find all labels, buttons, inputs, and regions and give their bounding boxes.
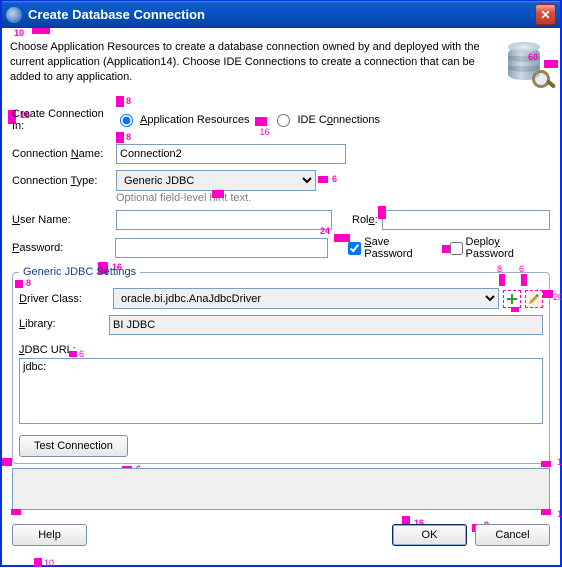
- conn-type-label: Connection Type:: [12, 175, 116, 187]
- conn-type-select[interactable]: Generic JDBC: [116, 170, 316, 191]
- library-input: [109, 315, 543, 335]
- gap-label: 6: [519, 264, 524, 274]
- hint-text: Optional field-level hint text.: [116, 192, 251, 204]
- role-input[interactable]: [382, 210, 550, 230]
- gap-label: 60: [528, 52, 538, 62]
- library-label: Library:: [19, 315, 109, 330]
- gap-marker: [255, 117, 267, 126]
- gap-marker: [442, 245, 450, 253]
- gap-marker: [378, 206, 386, 219]
- gap-marker: [32, 28, 50, 34]
- save-password-label: Save Password: [364, 236, 439, 260]
- gap-marker: [11, 509, 21, 515]
- intro-text: Choose Application Resources to create a…: [4, 40, 496, 85]
- gap-label: 8: [126, 96, 131, 106]
- deploy-password-label: Deploy Password: [466, 236, 550, 260]
- conn-name-label: Connection Name:: [12, 148, 116, 160]
- test-output-area: 10 10: [12, 468, 550, 510]
- close-button[interactable]: ✕: [535, 4, 556, 25]
- ok-button[interactable]: OK: [392, 524, 467, 546]
- gap-marker: [543, 290, 553, 298]
- gap-marker: [116, 96, 124, 107]
- jdbc-settings-legend: Generic JDBC Settings: [19, 266, 140, 278]
- window-title: Create Database Connection: [28, 7, 535, 22]
- gap-marker: [499, 274, 505, 286]
- gap-label: 8: [497, 264, 502, 274]
- username-input[interactable]: [116, 210, 332, 230]
- gap-marker: [34, 558, 42, 567]
- titlebar: Create Database Connection ✕: [2, 0, 560, 28]
- gap-marker: [334, 234, 350, 242]
- gap-marker: [15, 280, 23, 288]
- driver-class-select[interactable]: oracle.bi.jdbc.AnaJdbcDriver: [113, 288, 499, 309]
- test-connection-button[interactable]: TTest Connectionest Connection: [19, 435, 128, 457]
- create-in-label: Create Connection In:: [12, 108, 116, 132]
- username-label: User Name:: [12, 214, 116, 226]
- gap-label: 6: [332, 174, 337, 184]
- jdbc-url-textarea[interactable]: jdbc:: [19, 358, 543, 424]
- driver-class-label: Driver Class:: [19, 293, 109, 305]
- gap-label: 16: [259, 127, 269, 137]
- gap-label: 24: [320, 226, 330, 236]
- gap-marker: [521, 274, 527, 286]
- gap-label: 8: [26, 278, 31, 288]
- ide-connections-radio[interactable]: [277, 114, 290, 127]
- gap-marker: [116, 132, 124, 143]
- add-driver-button[interactable]: [503, 290, 521, 308]
- role-label: Role:: [352, 214, 378, 226]
- gap-marker: [69, 351, 77, 357]
- conn-name-input[interactable]: [116, 144, 346, 164]
- gap-marker: [544, 60, 558, 68]
- gap-label: 8: [126, 132, 131, 142]
- gap-marker: [2, 458, 12, 466]
- gap-label: 10: [557, 457, 562, 467]
- edit-driver-button[interactable]: [525, 290, 543, 308]
- password-label: Password:: [12, 242, 115, 254]
- gap-marker: [318, 176, 328, 183]
- gap-marker: [511, 307, 519, 312]
- jdbc-settings-group: Generic JDBC Settings 8 Driver Class: Dr…: [12, 266, 550, 464]
- gap-marker: [541, 509, 551, 515]
- help-button[interactable]: Help: [12, 524, 87, 546]
- deploy-password-checkbox[interactable]: [450, 242, 463, 255]
- gap-marker: [212, 190, 224, 198]
- password-input[interactable]: [115, 238, 329, 258]
- app-resources-radio[interactable]: [120, 114, 133, 127]
- gap-label: 10: [14, 28, 24, 38]
- app-icon: [6, 7, 22, 23]
- save-password-checkbox[interactable]: [348, 242, 361, 255]
- gap-label: 6: [79, 349, 84, 359]
- cancel-button[interactable]: Cancel: [475, 524, 550, 546]
- gap-marker: [541, 461, 551, 467]
- ide-connections-label: IDE ConnectionsIDE Connections: [297, 114, 380, 126]
- app-resources-label: AApplication Resourcespplication Resourc…: [140, 114, 249, 126]
- gap-label: 20: [553, 292, 562, 302]
- jdbc-url-label: JDBC URL:: [19, 341, 109, 356]
